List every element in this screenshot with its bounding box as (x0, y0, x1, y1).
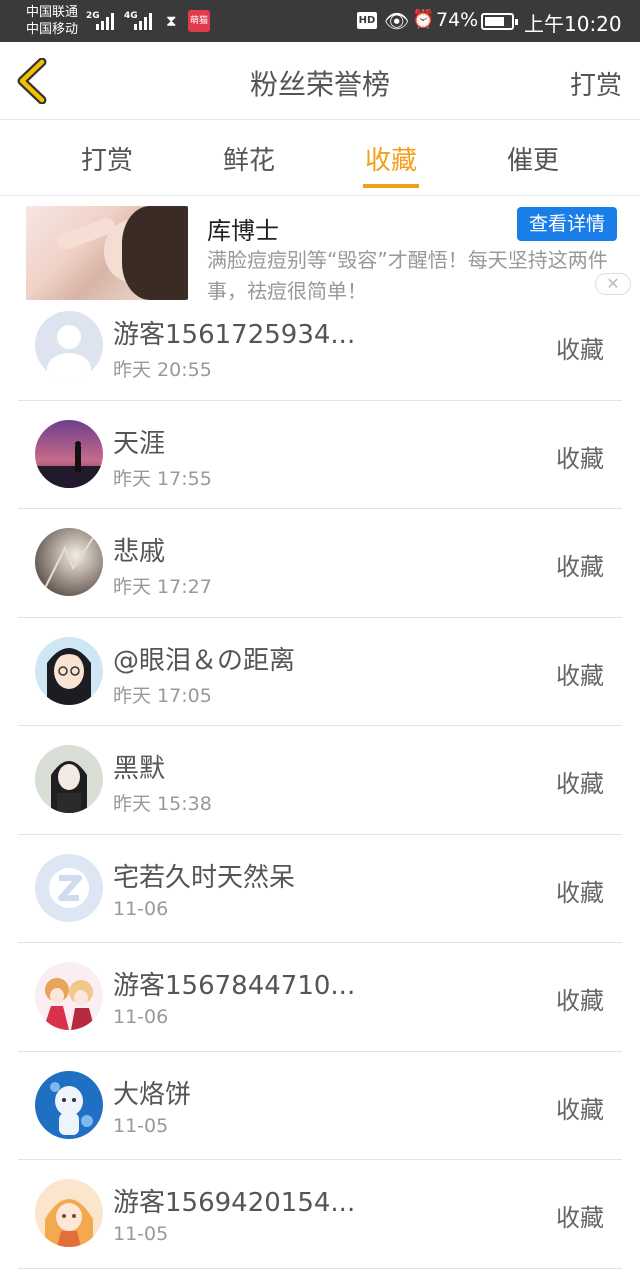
list-item[interactable]: 宅若久时天然呆 11-06 收藏 (18, 835, 622, 943)
battery-icon (481, 13, 518, 30)
user-name: 游客1567844710... (113, 971, 356, 1001)
top-navigation-bar: 粉丝荣誉榜 打赏 (0, 42, 640, 120)
user-time: 11-05 (113, 1223, 169, 1245)
list-item[interactable]: 大烙饼 11-05 收藏 (18, 1052, 622, 1160)
user-name: 天涯 (113, 428, 166, 459)
action-label: 收藏 (556, 878, 604, 907)
status-time: 上午10:20 (524, 12, 622, 36)
avatar[interactable] (35, 745, 103, 813)
signal-icon-2 (134, 13, 152, 30)
carrier-1: 中国联通 (26, 5, 79, 20)
action-label: 收藏 (556, 444, 604, 473)
carrier-info: 中国联通 中国移动 (26, 4, 78, 38)
tab-urge-update[interactable]: 催更 (473, 140, 593, 177)
list-item[interactable]: 游客1561725934... 昨天 20:55 收藏 (18, 292, 622, 401)
list-item[interactable]: @眼泪＆の距离 昨天 17:05 收藏 (18, 618, 622, 726)
user-time: 11-06 (113, 1006, 169, 1028)
fan-list: 游客1561725934... 昨天 20:55 收藏 天涯 昨天 17:55 … (18, 292, 622, 1269)
avatar[interactable] (35, 419, 103, 488)
action-label: 收藏 (556, 770, 604, 798)
user-time: 昨天 17:05 (113, 684, 212, 707)
avatar[interactable] (35, 528, 103, 596)
user-name: @眼泪＆の距离 (113, 645, 296, 676)
action-label: 收藏 (556, 987, 604, 1015)
view-details-button[interactable]: 查看详情 (517, 207, 617, 241)
action-label: 收藏 (556, 661, 604, 690)
close-icon: ✕ (606, 274, 620, 293)
carrier-2: 中国移动 (26, 22, 79, 37)
avatar[interactable] (35, 853, 103, 922)
user-name: 游客1561725934... (113, 320, 356, 350)
user-time: 昨天 20:55 (113, 359, 212, 381)
user-name: 宅若久时天然呆 (113, 862, 296, 893)
tab-bar: 打赏 鲜花 收藏 催更 (0, 120, 640, 196)
user-time: 昨天 17:55 (113, 467, 212, 490)
hourglass-icon: ⧗ (166, 12, 177, 30)
alarm-icon: ⏰ (412, 9, 435, 30)
avatar[interactable] (35, 311, 103, 379)
action-label: 收藏 (556, 553, 604, 581)
active-tab-indicator (363, 184, 419, 188)
list-item[interactable]: 悲戚 昨天 17:27 收藏 (18, 509, 622, 618)
avatar[interactable] (35, 1070, 103, 1139)
action-label: 收藏 (556, 1204, 604, 1232)
page-title: 粉丝荣誉榜 (249, 68, 390, 101)
tab-flowers[interactable]: 鲜花 (189, 140, 309, 177)
ad-close-button[interactable]: ✕ (595, 273, 631, 295)
hd-icon: HD (357, 12, 377, 29)
eye-icon: 👁 (384, 9, 410, 33)
avatar[interactable] (35, 636, 103, 705)
reward-button[interactable]: 打赏 (570, 65, 622, 102)
battery-percent: 74% (436, 9, 479, 31)
ad-image[interactable] (26, 206, 188, 300)
user-name: 大烙饼 (113, 1079, 192, 1110)
list-item[interactable]: 游客1569420154... 11-05 收藏 (18, 1160, 622, 1269)
tab-favorites[interactable]: 收藏 (331, 140, 451, 177)
user-name: 悲戚 (113, 537, 166, 567)
avatar[interactable] (35, 1179, 103, 1247)
list-item[interactable]: 黑默 昨天 15:38 收藏 (18, 726, 622, 835)
action-label: 收藏 (556, 336, 604, 364)
user-time: 昨天 17:27 (113, 576, 212, 598)
user-name: 游客1569420154... (113, 1188, 356, 1218)
avatar[interactable] (35, 962, 103, 1030)
list-item[interactable]: 天涯 昨天 17:55 收藏 (18, 401, 622, 509)
action-label: 收藏 (556, 1095, 604, 1124)
user-name: 黑默 (113, 754, 166, 784)
tab-reward[interactable]: 打赏 (47, 140, 167, 177)
app-notification-icon: 萌猫 (188, 10, 210, 32)
ad-banner[interactable]: 库博士 查看详情 满脸痘痘别等“毁容”才醒悟！每天坚持这两件事，祛痘很简单！ (0, 197, 640, 303)
signal-icon (96, 13, 114, 30)
ad-title: 库博士 (207, 217, 279, 245)
user-time: 11-05 (113, 1114, 169, 1137)
user-time: 11-06 (113, 897, 169, 920)
user-time: 昨天 15:38 (113, 793, 212, 815)
status-bar: 中国联通 中国移动 2G 4G ⧗ 萌猫 HD 👁 ⏰ 74% 上午10:20 (0, 0, 640, 42)
list-item[interactable]: 游客1567844710... 11-06 收藏 (18, 943, 622, 1052)
